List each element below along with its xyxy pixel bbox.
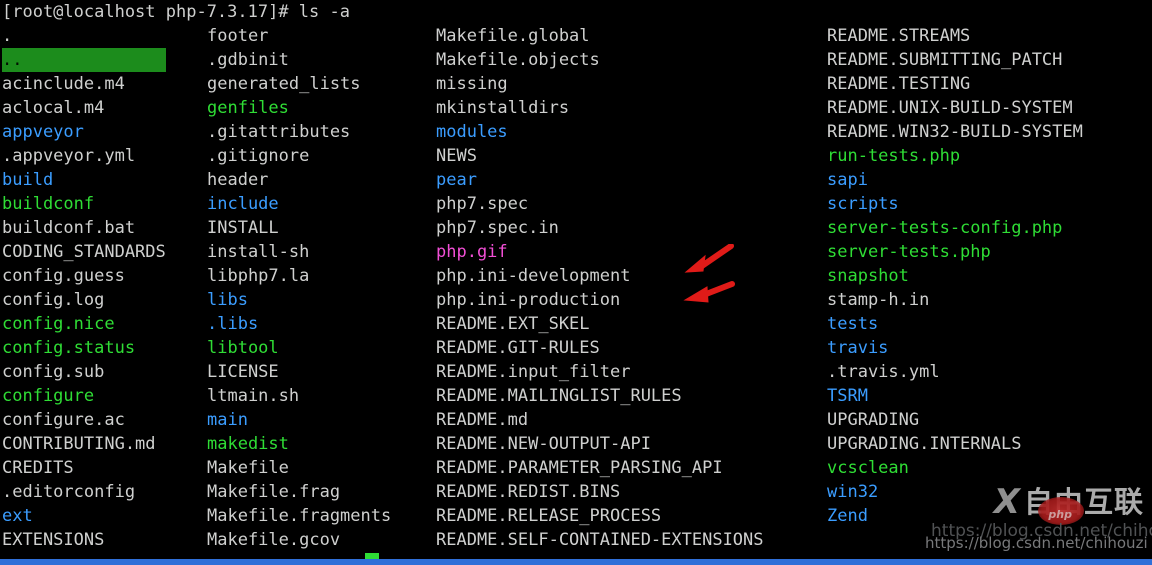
file-entry: README.MAILINGLIST_RULES xyxy=(436,386,682,406)
file-entry: aclocal.m4 xyxy=(2,98,105,118)
file-entry: php7.spec xyxy=(436,194,529,214)
file-entry: .gitattributes xyxy=(207,122,351,142)
file-entry: . xyxy=(2,26,13,46)
file-entry: pear xyxy=(436,170,477,190)
file-entry: modules xyxy=(436,122,508,142)
file-entry: missing xyxy=(436,74,508,94)
file-entry: stamp-h.in xyxy=(827,290,930,310)
file-entry: libs xyxy=(207,290,248,310)
file-entry: ext xyxy=(2,506,33,526)
file-entry: genfiles xyxy=(207,98,289,118)
file-entry: travis xyxy=(827,338,889,358)
file-entry: generated_lists xyxy=(207,74,361,94)
file-entry: UPGRADING.INTERNALS xyxy=(827,434,1022,454)
file-listing: ... acinclude.m4 aclocal.m4 appveyor .appvey… xyxy=(0,24,1152,554)
file-entry: Makefile xyxy=(207,458,289,478)
file-entry: config.status xyxy=(2,338,136,358)
file-entry: README.PARAMETER_PARSING_API xyxy=(436,458,723,478)
file-entry: build xyxy=(2,170,54,190)
file-entry: README.md xyxy=(436,410,529,430)
file-entry: config.nice xyxy=(2,314,115,334)
file-entry: php.gif xyxy=(436,242,508,262)
file-entry: Makefile.global xyxy=(436,26,590,46)
file-entry: EXTENSIONS xyxy=(2,530,105,550)
file-entry: README.SELF-CONTAINED-EXTENSIONS xyxy=(436,530,764,550)
horizontal-scrollbar[interactable] xyxy=(0,559,1152,565)
file-entry: configure xyxy=(2,386,95,406)
file-entry: CODING_STANDARDS xyxy=(2,242,166,262)
file-entry: scripts xyxy=(827,194,899,214)
file-entry: .travis.yml xyxy=(827,362,940,382)
file-entry: php7.spec.in xyxy=(436,218,559,238)
file-entry: .. xyxy=(2,48,166,72)
file-entry: README.SUBMITTING_PATCH xyxy=(827,50,1063,70)
file-entry: makedist xyxy=(207,434,289,454)
shell-prompt-line: [root@localhost php-7.3.17]# ls -a xyxy=(2,2,350,22)
file-entry: TSRM xyxy=(827,386,868,406)
file-entry: Makefile.gcov xyxy=(207,530,341,550)
file-entry: README.NEW-OUTPUT-API xyxy=(436,434,651,454)
file-entry: README.REDIST.BINS xyxy=(436,482,621,502)
terminal-window[interactable]: [root@localhost php-7.3.17]# ls -a ... ac… xyxy=(0,0,1152,565)
file-entry: vcsclean xyxy=(827,458,909,478)
file-entry: config.log xyxy=(2,290,105,310)
file-entry: run-tests.php xyxy=(827,146,961,166)
file-entry: libtool xyxy=(207,338,279,358)
file-entry: README.input_filter xyxy=(436,362,631,382)
file-entry: README.STREAMS xyxy=(827,26,971,46)
file-entry: .appveyor.yml xyxy=(2,146,136,166)
file-entry: .editorconfig xyxy=(2,482,136,502)
file-entry: snapshot xyxy=(827,266,909,286)
file-entry: CREDITS xyxy=(2,458,74,478)
file-entry: sapi xyxy=(827,170,868,190)
file-entry: CONTRIBUTING.md xyxy=(2,434,156,454)
file-entry: configure.ac xyxy=(2,410,125,430)
file-entry: README.GIT-RULES xyxy=(436,338,600,358)
file-entry: libphp7.la xyxy=(207,266,310,286)
file-entry: LICENSE xyxy=(207,362,279,382)
file-entry: README.RELEASE_PROCESS xyxy=(436,506,662,526)
file-entry: README.TESTING xyxy=(827,74,971,94)
file-entry: Makefile.objects xyxy=(436,50,600,70)
file-entry: config.sub xyxy=(2,362,105,382)
file-entry: appveyor xyxy=(2,122,84,142)
file-entry: php.ini-development xyxy=(436,266,631,286)
watermark: X 自由互联 php https://blog.csdn.net/chihouz… xyxy=(925,482,1152,557)
file-entry: server-tests-config.php xyxy=(827,218,1063,238)
listing-column-2: footer .gdbinit generated_lists genfiles .gi… xyxy=(207,24,391,552)
watermark-x-icon: X xyxy=(993,482,1020,522)
file-entry: buildconf xyxy=(2,194,95,214)
listing-column-3: Makefile.global Makefile.objects missing mk… xyxy=(436,24,764,552)
file-entry: .gdbinit xyxy=(207,50,289,70)
file-entry: UPGRADING xyxy=(827,410,920,430)
file-entry: .libs xyxy=(207,314,259,334)
listing-column-1: ... acinclude.m4 aclocal.m4 appveyor .appvey… xyxy=(2,24,166,552)
file-entry: include xyxy=(207,194,279,214)
file-entry: README.EXT_SKEL xyxy=(436,314,590,334)
listing-column-4: README.STREAMS README.SUBMITTING_PATCH REA… xyxy=(827,24,1083,528)
file-entry: README.UNIX-BUILD-SYSTEM xyxy=(827,98,1073,118)
file-entry: Makefile.fragments xyxy=(207,506,392,526)
watermark-url: https://blog.csdn.net/chihouzi xyxy=(925,534,1148,552)
file-entry: acinclude.m4 xyxy=(2,74,125,94)
file-entry: Makefile.frag xyxy=(207,482,341,502)
file-entry: mkinstalldirs xyxy=(436,98,570,118)
file-entry: main xyxy=(207,410,248,430)
file-entry: header xyxy=(207,170,269,190)
file-entry: .gitignore xyxy=(207,146,310,166)
file-entry: tests xyxy=(827,314,879,334)
file-entry: footer xyxy=(207,26,269,46)
file-entry: README.WIN32-BUILD-SYSTEM xyxy=(827,122,1083,142)
file-entry: php.ini-production xyxy=(436,290,621,310)
file-entry: install-sh xyxy=(207,242,310,262)
file-entry: NEWS xyxy=(436,146,477,166)
file-entry: server-tests.php xyxy=(827,242,991,262)
file-entry: ltmain.sh xyxy=(207,386,300,406)
file-entry: INSTALL xyxy=(207,218,279,238)
file-entry: config.guess xyxy=(2,266,125,286)
file-entry: buildconf.bat xyxy=(2,218,136,238)
